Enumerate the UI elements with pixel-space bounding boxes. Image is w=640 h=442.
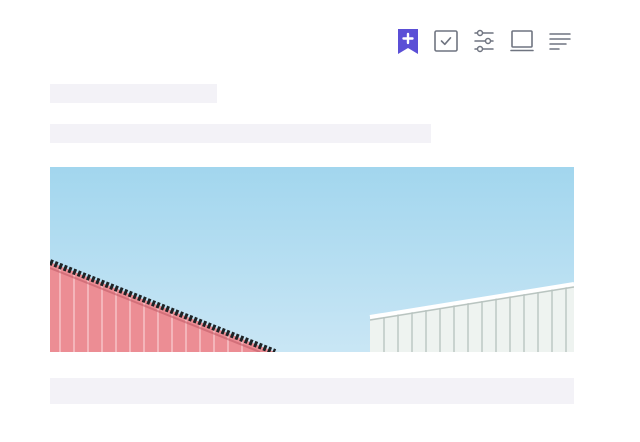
bookmark-add-button[interactable] <box>394 27 422 60</box>
bookmark-add-icon <box>396 27 420 60</box>
hero-image <box>50 167 574 352</box>
caption-skeleton <box>50 378 574 404</box>
monitor-icon <box>509 28 535 59</box>
align-left-icon <box>547 28 573 59</box>
subtitle-skeleton <box>50 124 431 143</box>
settings-sliders-button[interactable] <box>470 29 498 57</box>
text-align-button[interactable] <box>546 29 574 57</box>
checkbox-button[interactable] <box>432 29 460 57</box>
toolbar <box>394 27 574 60</box>
preview-button[interactable] <box>508 29 536 57</box>
checkbox-icon <box>433 28 459 59</box>
title-skeleton <box>50 84 217 103</box>
article-card <box>0 0 640 442</box>
sliders-icon <box>471 28 497 59</box>
